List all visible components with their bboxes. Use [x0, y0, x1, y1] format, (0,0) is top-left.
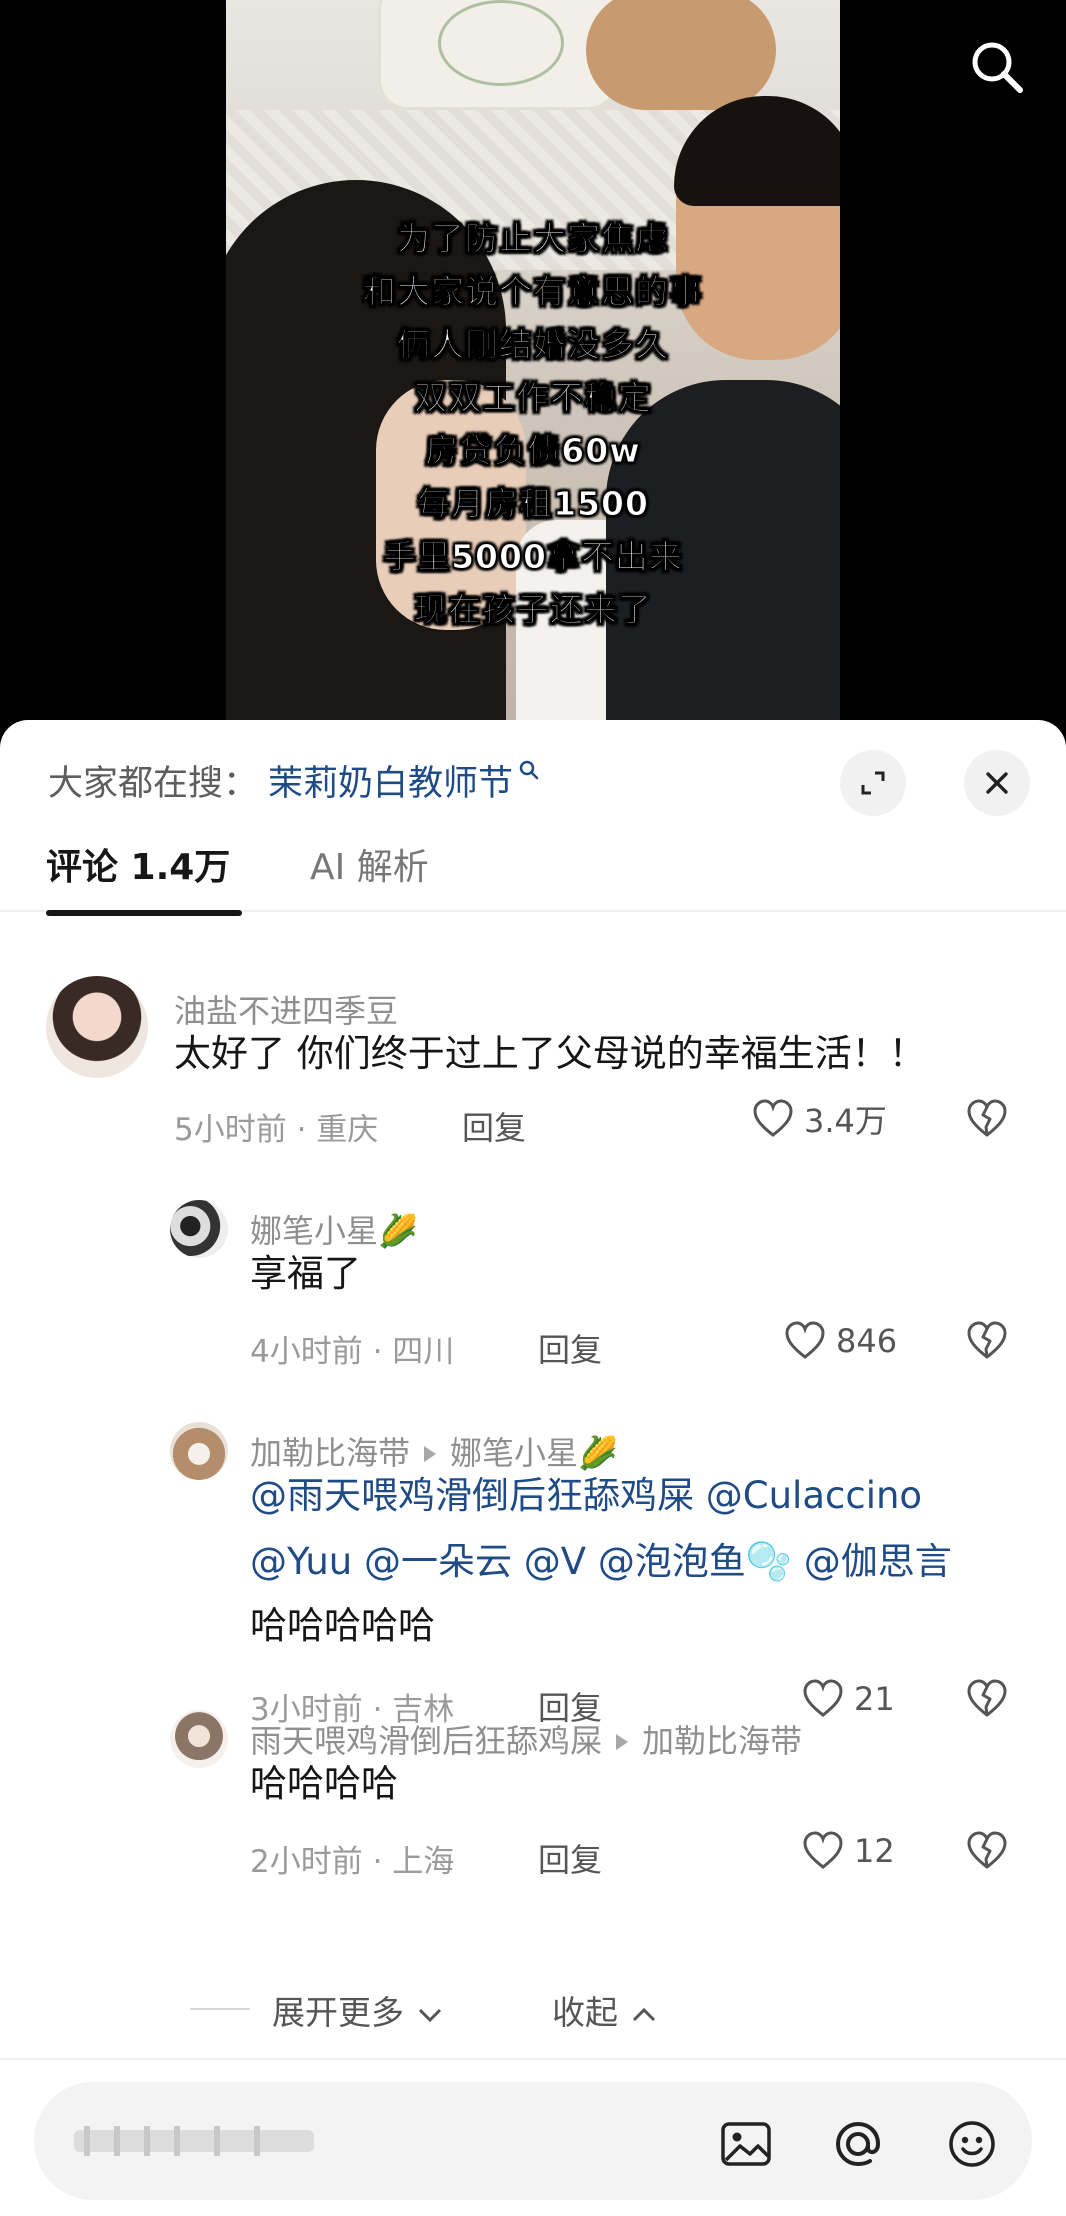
expand-button[interactable]: [840, 750, 906, 816]
like-button[interactable]: 846: [782, 1318, 897, 1364]
close-icon: [986, 772, 1008, 794]
dislike-button[interactable]: [964, 1828, 1010, 1878]
search-icon: [972, 42, 1023, 93]
comment-text: 享福了: [250, 1252, 361, 1295]
dislike-button[interactable]: [964, 1096, 1010, 1146]
video-player[interactable]: 为了防止大家焦虑 和大家说个有意思的事 俩人刚结婚没多久 双双工作不稳定 房贷负…: [0, 0, 1066, 740]
reply-button[interactable]: 回复: [462, 1103, 526, 1149]
heart-icon: [803, 1679, 843, 1717]
emoji-button[interactable]: [944, 2116, 1000, 2172]
image-icon: [721, 2122, 771, 2166]
active-tab-indicator: [46, 910, 242, 916]
comment-tabs: 评论 1.4万 AI 解析: [0, 838, 1066, 916]
comment-text-line: @Yuu @一朵云 @V @泡泡鱼🫧 @伽思言: [250, 1528, 952, 1595]
broken-heart-icon: [967, 1679, 1007, 1717]
broken-heart-icon: [967, 1099, 1007, 1137]
mention-link[interactable]: @Culaccino: [706, 1474, 922, 1517]
caption-line: 手里5000拿不出来: [383, 537, 683, 577]
comment-item: 油盐不进四季豆 太好了 你们终于过上了父母说的幸福生活！！ 5小时前 · 重庆 …: [0, 976, 1066, 1149]
collapse-label: 收起: [552, 1993, 618, 2032]
thread-divider: [190, 2008, 250, 2010]
heart-icon: [785, 1321, 825, 1359]
mention-button[interactable]: [830, 2116, 886, 2172]
mention-link[interactable]: @泡泡鱼🫧: [598, 1540, 792, 1583]
reply-to-username[interactable]: 加勒比海带: [642, 1722, 802, 1760]
blurred-placeholder-text: [74, 2126, 314, 2156]
broken-heart-icon: [967, 1831, 1007, 1869]
like-count: 846: [836, 1322, 898, 1360]
heart-icon: [803, 1831, 843, 1869]
like-button[interactable]: 3.4万: [750, 1096, 887, 1142]
comment-input-bar: [0, 2058, 1066, 2216]
trending-term-link[interactable]: 茉莉奶白教师节: [268, 755, 513, 806]
reply-arrow-icon: [616, 1733, 629, 1750]
comment-time-location: 5小时前 · 重庆: [174, 1112, 379, 1148]
avatar[interactable]: [46, 976, 148, 1078]
tab-ai-label: AI 解析: [310, 847, 429, 888]
thread-controls: 展开更多 收起: [0, 1982, 1066, 2038]
reply-arrow-icon: [424, 1445, 437, 1462]
like-count: 3.4万: [804, 1102, 887, 1140]
close-button[interactable]: [964, 750, 1030, 816]
broken-heart-icon: [967, 1321, 1007, 1359]
tab-comments-label: 评论 1.4万: [46, 847, 231, 888]
mention-link[interactable]: @Yuu: [250, 1540, 352, 1583]
mention-link[interactable]: @一朵云: [364, 1540, 512, 1583]
small-search-icon: [519, 760, 539, 780]
video-scene-teddy-bear: [586, 0, 776, 110]
trending-label: 大家都在搜：: [48, 763, 259, 804]
expand-icon: [861, 771, 885, 795]
avatar[interactable]: [170, 1200, 228, 1258]
like-count: 21: [854, 1680, 895, 1718]
heart-icon: [753, 1099, 793, 1137]
avatar[interactable]: [170, 1422, 228, 1480]
reply-item: 雨天喂鸡滑倒后狂舔鸡屎 加勒比海带 哈哈哈哈 2小时前 · 上海 回复 12: [0, 1710, 1066, 1942]
dislike-button[interactable]: [964, 1676, 1010, 1726]
caption-line: 房贷负债60w: [425, 431, 641, 471]
caption-line: 为了防止大家焦虑: [397, 219, 669, 259]
reply-item: 加勒比海带 娜笔小星🌽 @雨天喂鸡滑倒后狂舔鸡屎 @Culaccino @Yuu …: [0, 1422, 1066, 1728]
like-count: 12: [854, 1832, 895, 1870]
mention-link[interactable]: @伽思言: [804, 1540, 952, 1583]
chevron-up-icon: [632, 2007, 655, 2021]
comment-text-line: @雨天喂鸡滑倒后狂舔鸡屎 @Culaccino: [250, 1462, 922, 1529]
reply-button[interactable]: 回复: [538, 1325, 602, 1371]
comment-time-location: 4小时前 · 四川: [250, 1334, 455, 1370]
comment-sheet: 大家都在搜： 茉莉奶白教师节 评论 1.4万 AI 解析 油盐不进四季豆 太好了…: [0, 720, 1066, 2216]
video-caption: 为了防止大家焦虑 和大家说个有意思的事 俩人刚结婚没多久 双双工作不稳定 房贷负…: [226, 212, 840, 636]
mention-link[interactable]: @V: [524, 1540, 586, 1583]
caption-line: 俩人刚结婚没多久: [397, 325, 669, 365]
comment-text: 哈哈哈哈哈: [250, 1604, 435, 1647]
image-picker-button[interactable]: [718, 2116, 774, 2172]
comment-text: 哈哈哈哈: [250, 1762, 398, 1805]
comment-text: 太好了 你们终于过上了父母说的幸福生活！！: [174, 1032, 926, 1075]
at-sign-icon: [835, 2121, 881, 2167]
dislike-button[interactable]: [964, 1318, 1010, 1368]
trending-search[interactable]: 大家都在搜： 茉莉奶白教师节: [48, 750, 541, 810]
mention-link[interactable]: @雨天喂鸡滑倒后狂舔鸡屎: [250, 1474, 694, 1517]
like-button[interactable]: 21: [800, 1676, 895, 1722]
reply-item: 娜笔小星🌽 享福了 4小时前 · 四川 回复 846: [0, 1200, 1066, 1380]
avatar[interactable]: [170, 1710, 228, 1768]
caption-line: 和大家说个有意思的事: [363, 272, 703, 312]
search-button[interactable]: [966, 36, 1028, 98]
video-scene-pillow: [378, 0, 618, 110]
expand-more-button[interactable]: 展开更多: [272, 1986, 445, 2034]
tab-ai-analysis[interactable]: AI 解析: [310, 838, 429, 912]
caption-line: 每月房租1500: [417, 484, 649, 524]
tab-comments[interactable]: 评论 1.4万: [46, 838, 242, 916]
comment-time-location: 2小时前 · 上海: [250, 1844, 455, 1880]
collapse-button[interactable]: 收起: [552, 1986, 659, 2034]
reply-button[interactable]: 回复: [538, 1835, 602, 1881]
caption-line: 现在孩子还来了: [414, 590, 652, 630]
chevron-down-icon: [418, 2008, 441, 2022]
expand-more-label: 展开更多: [272, 1993, 404, 2032]
caption-line: 双双工作不稳定: [414, 378, 652, 418]
comment-input[interactable]: [34, 2082, 1032, 2200]
emoji-icon: [949, 2121, 995, 2167]
like-button[interactable]: 12: [800, 1828, 895, 1874]
